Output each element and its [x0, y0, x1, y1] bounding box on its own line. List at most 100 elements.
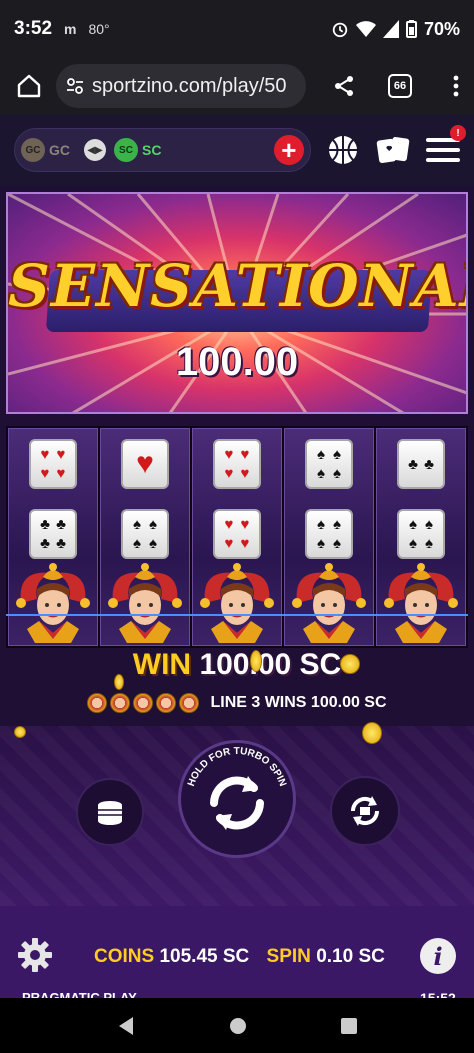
menu-icon	[426, 138, 460, 162]
suit-pip: ♠	[409, 516, 417, 533]
jester-icon	[110, 693, 131, 713]
address-bar[interactable]: sportzino.com/play/50	[56, 64, 306, 108]
suit-pip: ♥	[224, 465, 234, 482]
url-text: sportzino.com/play/50	[92, 74, 287, 97]
provider-label: PRAGMATIC PLAY	[22, 990, 137, 998]
card-symbol: ♠ ♠ ♠ ♠	[397, 509, 445, 559]
coin-decoration	[340, 654, 360, 674]
suit-pip: ♣	[40, 516, 50, 533]
jester-icon	[179, 693, 200, 713]
suit-pip: ♥	[240, 446, 250, 463]
sc-coin-icon: SC	[114, 138, 138, 162]
jester-icon	[87, 693, 108, 713]
win-label: WIN	[132, 648, 192, 681]
tabs-icon[interactable]: 66	[388, 74, 412, 98]
banner-amount: 100.00	[175, 340, 299, 384]
card-symbol: ♥ ♥ ♥ ♥	[213, 439, 261, 489]
spin-value[interactable]: 0.10 SC	[316, 946, 385, 967]
jester-icon	[133, 693, 154, 713]
suit-pip: ♠	[333, 535, 341, 552]
suit-pip: ♠	[333, 465, 341, 482]
suit-pip: ♥	[224, 446, 234, 463]
suit-pip: ♣	[40, 535, 50, 552]
basketball-icon	[329, 136, 358, 164]
home-icon[interactable]	[16, 73, 42, 99]
suit-pip: ♠	[317, 465, 325, 482]
site-header: GC GC ◀▶ SC SC + !	[0, 114, 474, 186]
card-symbol: ♣ ♣	[397, 439, 445, 489]
status-bar: 3:52 m 80° 70%	[0, 0, 474, 58]
suit-pip: ♥	[240, 535, 250, 552]
android-nav-bar	[0, 998, 474, 1053]
info-icon[interactable]: i	[420, 938, 456, 974]
suit-pip: ♠	[333, 446, 341, 463]
swap-icon[interactable]: ◀▶	[84, 139, 106, 161]
back-icon[interactable]	[116, 1015, 136, 1037]
menu-button[interactable]: !	[426, 125, 466, 167]
recents-icon[interactable]	[340, 1017, 358, 1035]
jester-icon	[292, 563, 366, 643]
card-symbol: ♠ ♠ ♠ ♠	[305, 509, 353, 559]
currency-selector[interactable]: GC GC ◀▶ SC SC +	[14, 128, 311, 172]
browser-toolbar: sportzino.com/play/50 66	[0, 58, 474, 114]
game-clock: 15:52	[420, 990, 456, 998]
gear-icon[interactable]	[16, 936, 54, 974]
jester-icon	[384, 563, 458, 643]
card-symbol: ♥ ♥ ♥ ♥	[213, 509, 261, 559]
jester-icon	[16, 563, 90, 643]
suit-pip: ♠	[333, 516, 341, 533]
suit-pip: ♥	[224, 535, 234, 552]
suit-pip: ♣	[56, 535, 66, 552]
suit-pip: ♥	[240, 465, 250, 482]
home-nav-icon[interactable]	[228, 1016, 248, 1036]
game-bottom-bar: COINS 105.45 SC SPIN 0.10 SC i PRAGMATIC…	[0, 906, 474, 998]
gc-coin-icon: GC	[21, 138, 45, 162]
slot-game[interactable]: SENSATIONAL! 100.00 ♥♥♥♥♣♣♣♣♥♠♠♠♠♥♥♥♥♥♥♥…	[0, 186, 474, 998]
status-time: 3:52	[14, 18, 53, 39]
jester-icon	[156, 693, 177, 713]
plus-icon[interactable]: +	[273, 135, 304, 165]
sports-button[interactable]	[327, 133, 360, 167]
spin-icon[interactable]	[200, 766, 274, 840]
cards-icon	[376, 137, 410, 163]
coin-decoration	[14, 726, 26, 738]
sc-label[interactable]: SC	[142, 142, 161, 158]
share-icon[interactable]	[332, 74, 356, 98]
site-info-icon[interactable]	[66, 77, 84, 95]
suit-pip: ♠	[149, 516, 157, 533]
suit-pip: ♣	[408, 455, 418, 473]
signal-icon	[382, 20, 399, 38]
card-symbol: ♥	[121, 439, 169, 489]
autoplay-icon	[350, 796, 380, 826]
suit-pip: ♥	[240, 516, 250, 533]
coins-label: COINS	[94, 946, 155, 967]
autoplay-button[interactable]	[330, 776, 400, 846]
more-icon[interactable]	[452, 74, 460, 98]
suit-pip: ♥	[56, 465, 66, 482]
coin-stack-icon	[98, 801, 122, 825]
suit-pip: ♣	[56, 516, 66, 533]
suit-pip: ♠	[425, 535, 433, 552]
jester-icon	[108, 563, 182, 643]
suit-pip: ♥	[56, 446, 66, 463]
wifi-icon	[355, 21, 376, 37]
bet-button[interactable]	[76, 778, 144, 846]
casino-button[interactable]	[376, 133, 410, 167]
coin-decoration	[250, 650, 262, 672]
card-symbol: ♠ ♠ ♠ ♠	[305, 439, 353, 489]
battery-percent: 70%	[423, 18, 460, 39]
suit-pip: ♥	[40, 446, 50, 463]
suit-pip: ♠	[425, 516, 433, 533]
suit-pip: ♥	[136, 447, 154, 480]
gc-label[interactable]: GC	[49, 142, 70, 158]
suit-pip: ♠	[317, 516, 325, 533]
banner-title: SENSATIONAL!	[8, 252, 466, 320]
line-win-info: LINE 3 WINS 100.00 SC	[0, 688, 474, 718]
coin-decoration	[362, 722, 382, 744]
win-display: WIN 100.00 SC	[0, 648, 474, 688]
suit-pip: ♠	[149, 535, 157, 552]
payline	[6, 614, 468, 616]
status-temperature: 80°	[88, 21, 110, 37]
suit-pip: ♣	[424, 455, 434, 473]
suit-pip: ♠	[317, 535, 325, 552]
